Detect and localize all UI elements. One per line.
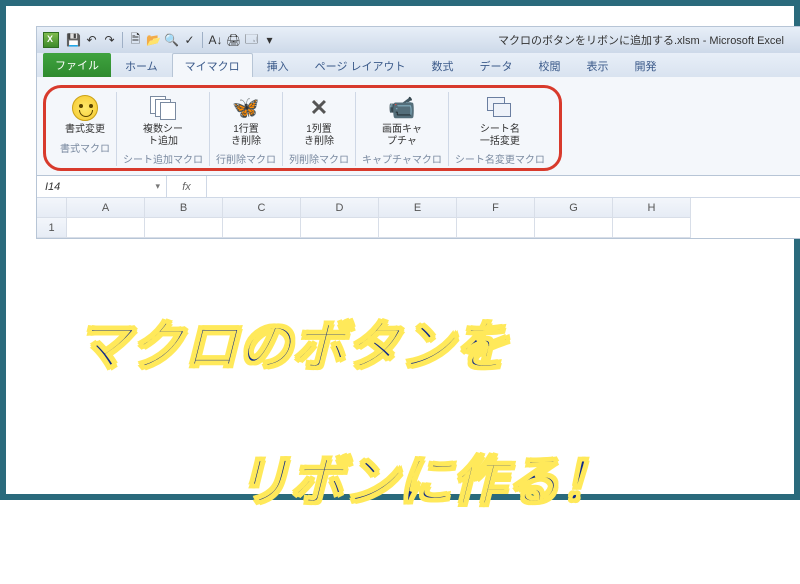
tab-home[interactable]: ホーム — [113, 54, 170, 77]
fx-label[interactable]: fx — [167, 176, 207, 197]
group-label: シート名変更マクロ — [455, 151, 545, 166]
cell[interactable] — [613, 218, 691, 238]
excel-logo-icon — [43, 32, 59, 48]
formula-bar: I14 fx — [37, 176, 800, 198]
col-header[interactable]: A — [67, 198, 145, 218]
button-label: 書式変更 — [65, 124, 105, 136]
name-box[interactable]: I14 — [37, 176, 167, 197]
qat-separator — [202, 32, 203, 48]
stacked-windows-icon — [485, 94, 515, 122]
format-change-button[interactable]: 書式変更 — [61, 92, 109, 138]
button-label: 1行置 き削除 — [231, 124, 261, 147]
cell[interactable] — [535, 218, 613, 238]
redo-icon[interactable]: ↷ — [102, 33, 117, 48]
open-icon[interactable]: 📂 — [146, 33, 161, 48]
window-title: マクロのボタンをリボンに追加する.xlsm - Microsoft Excel — [498, 32, 784, 48]
col-header[interactable]: H — [613, 198, 691, 218]
delete-alt-rows-button[interactable]: 🦋 1行置 き削除 — [227, 92, 265, 149]
col-header[interactable]: G — [535, 198, 613, 218]
group-format-macro: 書式変更 書式マクロ — [54, 92, 117, 166]
tab-pagelayout[interactable]: ページ レイアウト — [303, 54, 418, 77]
tab-file[interactable]: ファイル — [43, 53, 111, 77]
headline-line1: マクロのボタンを — [76, 317, 508, 377]
group-label: 列削除マクロ — [289, 151, 349, 166]
col-header[interactable]: E — [379, 198, 457, 218]
cell[interactable] — [67, 218, 145, 238]
qat-separator — [122, 32, 123, 48]
button-label: シート名 一括変更 — [480, 124, 520, 147]
cell[interactable] — [145, 218, 223, 238]
spellcheck-icon[interactable]: ✓ — [182, 33, 197, 48]
print-icon[interactable]: 🖨 — [226, 33, 241, 48]
group-sheetname-macro: シート名 一括変更 シート名変更マクロ — [449, 92, 551, 166]
row-header[interactable]: 1 — [37, 218, 67, 238]
screen-capture-button[interactable]: 📹 画面キャ プチャ — [378, 92, 426, 149]
button-label: 複数シー ト追加 — [143, 124, 183, 147]
copies-icon — [148, 94, 178, 122]
excel-window: 💾 ↶ ↷ 🗎 📂 🔍 ✓ A↓ 🖨 🗔 ▾ マクロのボタンをリボンに追加する.… — [36, 26, 800, 239]
group-label: 行削除マクロ — [216, 151, 276, 166]
ribbon: 書式変更 書式マクロ 複数シー ト追加 シート追加マクロ 🦋 1行置 き削除 — [37, 77, 800, 176]
cell[interactable] — [457, 218, 535, 238]
formula-input[interactable] — [207, 176, 800, 197]
print-preview-icon[interactable]: 🔍 — [164, 33, 179, 48]
group-label: シート追加マクロ — [123, 151, 203, 166]
new-icon[interactable]: 🗎 — [128, 33, 143, 48]
tab-view[interactable]: 表示 — [575, 54, 621, 77]
group-label: 書式マクロ — [60, 140, 110, 155]
worksheet-grid[interactable]: A B C D E F G H 1 — [37, 198, 800, 238]
tab-formulas[interactable]: 数式 — [420, 54, 466, 77]
tab-developer[interactable]: 開発 — [623, 54, 669, 77]
group-label: キャプチャマクロ — [362, 151, 442, 166]
headline-overlay: マクロのボタンを リボンに作る！ — [46, 246, 614, 584]
butterfly-icon: 🦋 — [231, 94, 261, 122]
cell[interactable] — [223, 218, 301, 238]
qat-dropdown-icon[interactable]: ▾ — [262, 33, 277, 48]
tab-mymacro[interactable]: マイマクロ — [172, 53, 253, 77]
button-label: 画面キャ プチャ — [382, 124, 422, 147]
camcorder-icon: 📹 — [387, 94, 417, 122]
calculator-icon[interactable]: 🗔 — [244, 33, 259, 48]
sort-asc-icon[interactable]: A↓ — [208, 33, 223, 48]
x-icon: ✕ — [304, 94, 334, 122]
ribbon-groups: 書式変更 書式マクロ 複数シー ト追加 シート追加マクロ 🦋 1行置 き削除 — [54, 92, 551, 166]
group-sheet-add-macro: 複数シー ト追加 シート追加マクロ — [117, 92, 210, 166]
col-header[interactable]: F — [457, 198, 535, 218]
tab-data[interactable]: データ — [468, 54, 525, 77]
delete-alt-cols-button[interactable]: ✕ 1列置 き削除 — [300, 92, 338, 149]
group-row-delete-macro: 🦋 1行置 き削除 行削除マクロ — [210, 92, 283, 166]
col-header[interactable]: B — [145, 198, 223, 218]
cell[interactable] — [379, 218, 457, 238]
save-icon[interactable]: 💾 — [66, 33, 81, 48]
undo-icon[interactable]: ↶ — [84, 33, 99, 48]
group-col-delete-macro: ✕ 1列置 き削除 列削除マクロ — [283, 92, 356, 166]
headline-line2: リボンに作る！ — [46, 449, 614, 517]
add-sheets-button[interactable]: 複数シー ト追加 — [139, 92, 187, 149]
smiley-icon — [70, 94, 100, 122]
tab-review[interactable]: 校閲 — [527, 54, 573, 77]
col-header[interactable]: D — [301, 198, 379, 218]
rename-sheets-button[interactable]: シート名 一括変更 — [476, 92, 524, 149]
highlight-annotation: 書式変更 書式マクロ 複数シー ト追加 シート追加マクロ 🦋 1行置 き削除 — [43, 85, 562, 171]
ribbon-tabs: ファイル ホーム マイマクロ 挿入 ページ レイアウト 数式 データ 校閲 表示… — [37, 53, 800, 77]
group-capture-macro: 📹 画面キャ プチャ キャプチャマクロ — [356, 92, 449, 166]
title-bar: 💾 ↶ ↷ 🗎 📂 🔍 ✓ A↓ 🖨 🗔 ▾ マクロのボタンをリボンに追加する.… — [37, 27, 800, 53]
quick-access-toolbar: 💾 ↶ ↷ 🗎 📂 🔍 ✓ A↓ 🖨 🗔 ▾ — [43, 32, 277, 48]
cell[interactable] — [301, 218, 379, 238]
tab-insert[interactable]: 挿入 — [255, 54, 301, 77]
col-header[interactable]: C — [223, 198, 301, 218]
button-label: 1列置 き削除 — [304, 124, 334, 147]
select-all-corner[interactable] — [37, 198, 67, 218]
